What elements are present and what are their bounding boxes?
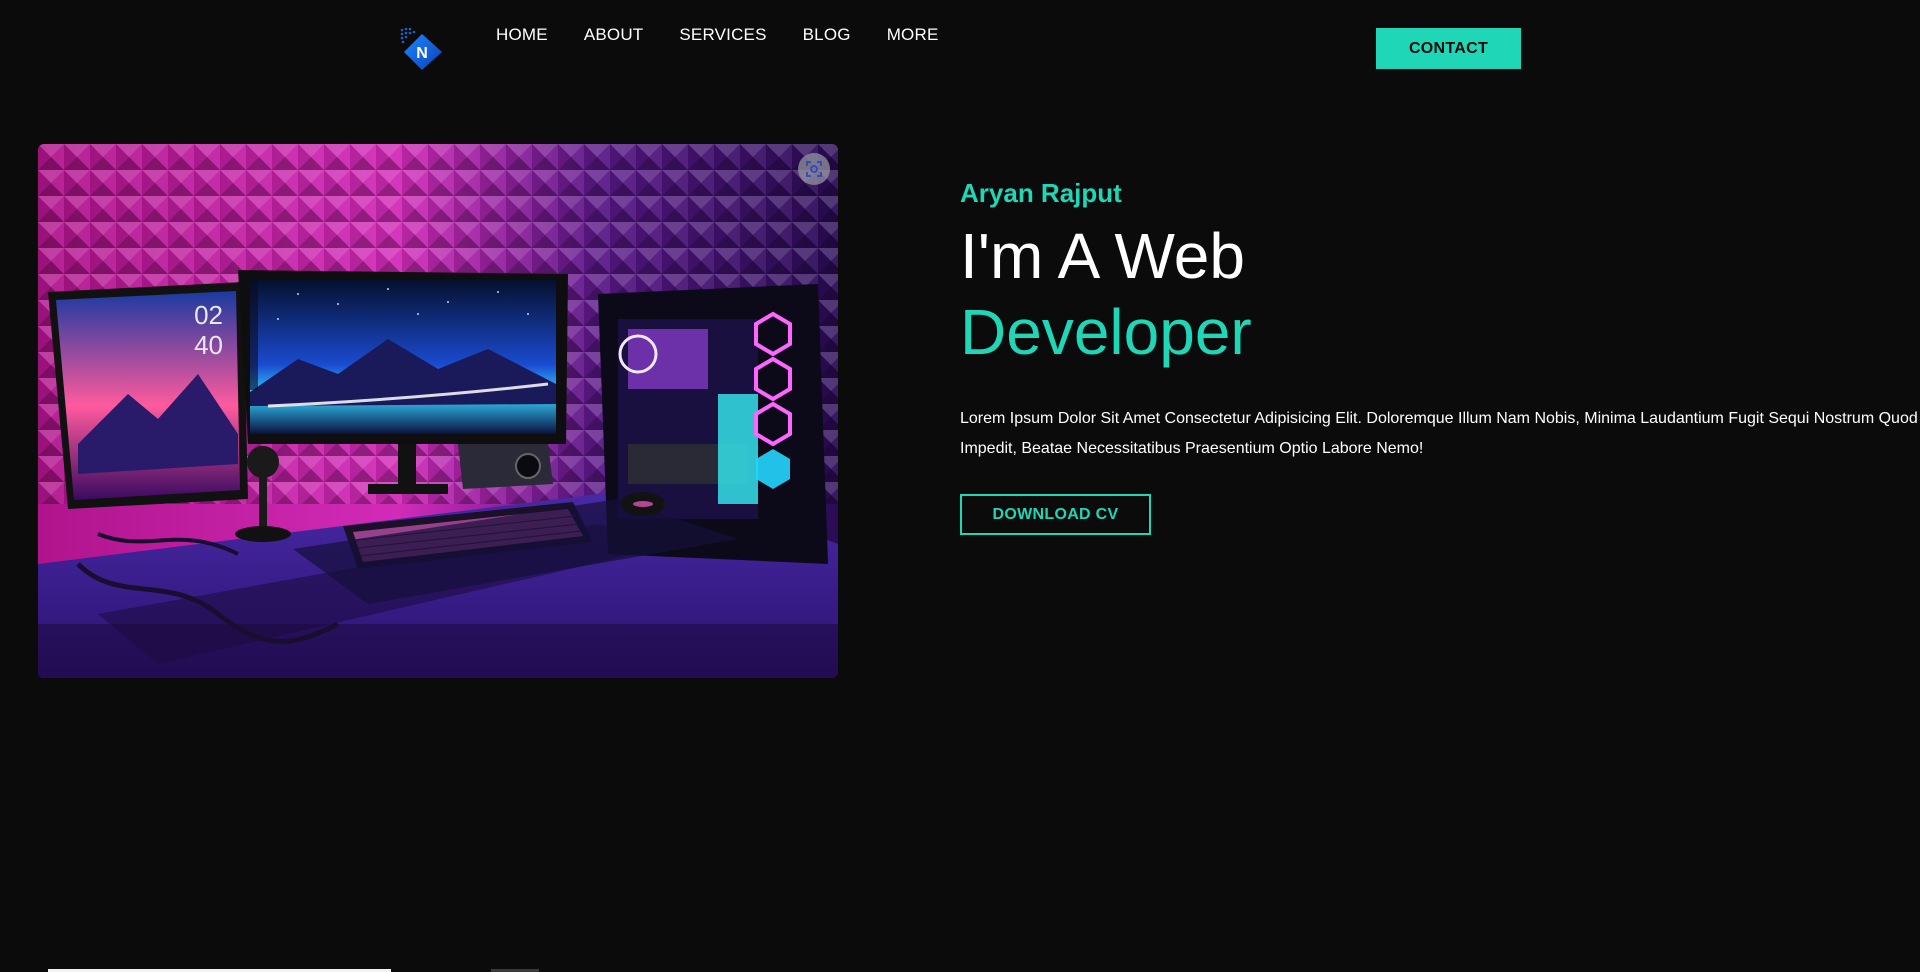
hero-name: Aryan Rajput xyxy=(960,178,1122,208)
logo[interactable]: N xyxy=(398,26,446,74)
nav-services[interactable]: SERVICES xyxy=(679,25,766,45)
nav-blog[interactable]: BLOG xyxy=(803,25,851,45)
hero-text: Aryan Rajput I'm A Web Developer Lorem I… xyxy=(960,176,1920,535)
nav-more[interactable]: MORE xyxy=(887,25,939,45)
monitor-clock-minutes: 40 xyxy=(194,330,223,360)
lens-search-icon[interactable] xyxy=(798,153,830,185)
nav-about[interactable]: ABOUT xyxy=(584,25,644,45)
headline-line2: Developer xyxy=(960,296,1252,368)
hero-description: Lorem Ipsum Dolor Sit Amet Consectetur A… xyxy=(960,410,1918,457)
hero-image: 02 40 xyxy=(38,144,838,678)
hero-headline: I'm A Web Developer xyxy=(960,218,1920,370)
download-cv-button[interactable]: DOWNLOAD CV xyxy=(960,494,1151,535)
desk-setup-illustration: 02 40 xyxy=(38,144,838,678)
headline-line1: I'm A Web xyxy=(960,220,1245,292)
contact-button[interactable]: CONTACT xyxy=(1376,28,1521,69)
main-nav: HOME ABOUT SERVICES BLOG MORE xyxy=(496,25,975,45)
monitor-clock-hours: 02 xyxy=(194,300,223,330)
nav-home[interactable]: HOME xyxy=(496,25,548,45)
logo-letter: N xyxy=(416,45,428,62)
page: N HOME ABOUT SERVICES BLOG MORE CONTACT xyxy=(0,0,1920,972)
